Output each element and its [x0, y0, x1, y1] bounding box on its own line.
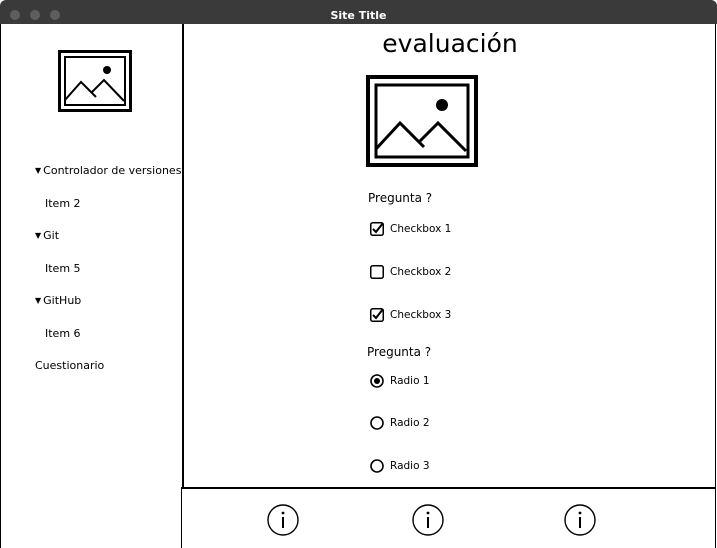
sidebar-item-item-6[interactable]: Item 6 [45, 327, 81, 340]
radio-1[interactable]: Radio 1 [370, 373, 430, 389]
checkbox-2[interactable]: Checkbox 2 [370, 264, 451, 280]
info-icon[interactable] [412, 504, 444, 536]
checkbox-1[interactable]: Checkbox 1 [370, 221, 451, 237]
checkbox-checked-icon[interactable] [370, 222, 384, 236]
sidebar-item-item-5[interactable]: Item 5 [45, 262, 81, 275]
sidebar-item-label: Item 6 [45, 327, 81, 340]
checkbox-checked-icon[interactable] [370, 308, 384, 322]
sidebar-item-label: GitHub [43, 294, 82, 307]
checkbox-label: Checkbox 2 [390, 266, 452, 278]
sidebar-item-label: Git [43, 229, 60, 242]
sidebar-item-label: Item 2 [45, 197, 81, 210]
info-icon[interactable] [267, 504, 299, 536]
sidebar: ▼ Controlador de versiones Item 2 ▼ Git It… [1, 24, 182, 548]
image-placeholder-icon [366, 75, 478, 167]
sidebar-item-github[interactable]: ▼ GitHub [35, 294, 81, 307]
sidebar-item-label: Item 5 [45, 262, 81, 275]
question-label: Pregunta ? [368, 191, 433, 205]
info-icon[interactable] [564, 504, 596, 536]
sidebar-item-item-2[interactable]: Item 2 [45, 197, 81, 210]
checkbox-label: Checkbox 3 [390, 309, 452, 321]
sidebar-item-cuestionario[interactable]: Cuestionario [35, 359, 104, 372]
app-window: Site Title ▼ Controlador de versiones Ite… [0, 0, 717, 548]
checkbox-label: Checkbox 1 [390, 223, 452, 235]
radio-3[interactable]: Radio 3 [370, 458, 430, 474]
footer [181, 487, 715, 548]
sidebar-item-label: Cuestionario [35, 359, 105, 372]
radio-selected-icon[interactable] [370, 374, 384, 388]
checkbox-unchecked-icon[interactable] [370, 265, 384, 279]
radio-label: Radio 2 [390, 417, 430, 429]
sidebar-item-git[interactable]: ▼ Git [35, 229, 59, 242]
sidebar-item-controlador-de-versiones[interactable]: ▼ Controlador de versiones [35, 164, 181, 177]
caret-down-icon: ▼ [35, 231, 42, 240]
logo-image-placeholder-icon [58, 50, 132, 112]
radio-unselected-icon[interactable] [370, 416, 384, 430]
radio-label: Radio 1 [390, 375, 430, 387]
question-label: Pregunta ? [367, 345, 432, 359]
checkbox-3[interactable]: Checkbox 3 [370, 307, 451, 323]
main-content: evaluación Pregunta ? Checkbox 1 Checkbo… [182, 24, 716, 488]
title-bar: Site Title [0, 0, 717, 24]
caret-down-icon: ▼ [35, 296, 42, 305]
sidebar-item-label: Controlador de versiones [43, 164, 182, 177]
radio-label: Radio 3 [390, 460, 430, 472]
caret-down-icon: ▼ [35, 166, 42, 175]
window-title: Site Title [330, 9, 387, 22]
radio-unselected-icon[interactable] [370, 459, 384, 473]
page-title: evaluación [382, 29, 518, 58]
radio-2[interactable]: Radio 2 [370, 415, 430, 431]
